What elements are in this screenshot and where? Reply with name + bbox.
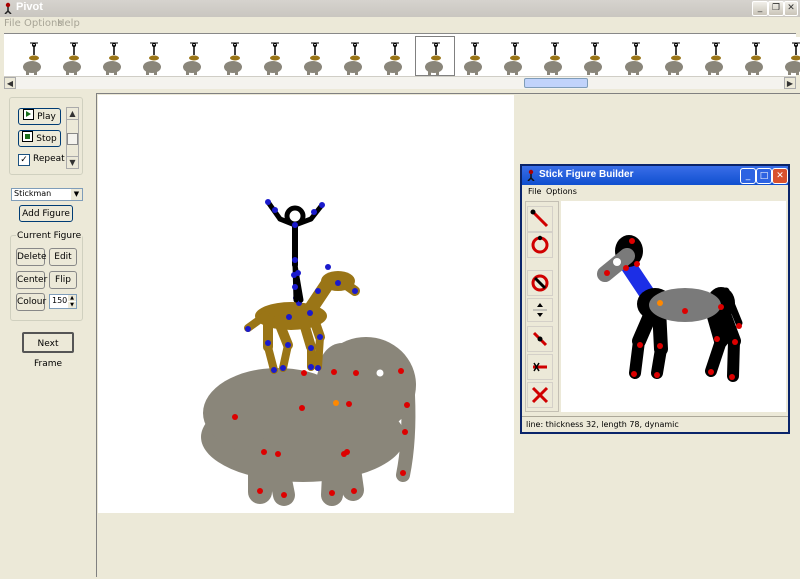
delete-icon[interactable] bbox=[527, 382, 553, 408]
repeat-label: Repeat bbox=[33, 154, 65, 164]
scene-drawing bbox=[201, 199, 416, 506]
speed-slider-thumb[interactable] bbox=[67, 133, 78, 145]
frame-thumbnail[interactable] bbox=[775, 37, 800, 75]
frame-thumbnail[interactable] bbox=[94, 37, 133, 75]
frame-thumbnail[interactable] bbox=[294, 37, 333, 75]
minimize-button[interactable]: _ bbox=[752, 1, 768, 16]
title-bar: Pivot _ ❐ ✕ bbox=[0, 0, 800, 17]
menu-file[interactable]: File bbox=[4, 18, 21, 29]
builder-title: Stick Figure Builder bbox=[539, 169, 634, 180]
restore-button[interactable]: ❐ bbox=[768, 1, 784, 16]
figure-select-value: Stickman bbox=[14, 189, 52, 198]
builder-minimize-button[interactable]: _ bbox=[740, 168, 756, 184]
builder-app-icon bbox=[527, 169, 535, 181]
speed-slider[interactable]: ▲ ▼ bbox=[66, 107, 79, 169]
window-title: Pivot bbox=[16, 1, 43, 13]
elephant-eye bbox=[376, 369, 384, 377]
builder-menu-options[interactable]: Options bbox=[546, 187, 577, 196]
frame-thumbnail[interactable] bbox=[455, 37, 494, 75]
speed-down-button[interactable]: ▼ bbox=[66, 156, 79, 169]
line-tool-icon[interactable] bbox=[527, 206, 553, 232]
builder-maximize-button[interactable]: □ bbox=[756, 168, 772, 184]
builder-close-button[interactable]: ✕ bbox=[772, 168, 788, 184]
stick-figure-builder-window[interactable]: Stick Figure Builder _ □ ✕ File Options bbox=[520, 164, 790, 434]
frame-thumbnail[interactable] bbox=[134, 37, 173, 75]
builder-canvas[interactable] bbox=[561, 201, 786, 412]
colour-button[interactable]: Colour bbox=[16, 293, 46, 311]
builder-horse-drawing bbox=[597, 235, 743, 382]
colour-spinner[interactable]: 150 ▲ ▼ bbox=[49, 294, 77, 309]
no-circle-tool-icon[interactable] bbox=[527, 270, 553, 296]
chevron-down-icon[interactable]: ▼ bbox=[71, 189, 82, 200]
close-button[interactable]: ✕ bbox=[784, 1, 798, 16]
frame-thumbnail[interactable] bbox=[174, 37, 213, 75]
builder-menu-file[interactable]: File bbox=[528, 187, 541, 196]
menu-bar: File Options Help bbox=[0, 17, 800, 31]
frame-scrollbar[interactable]: ◀ ▶ bbox=[4, 76, 796, 89]
elephant-center-joint bbox=[333, 400, 339, 406]
frame-thumbnail[interactable] bbox=[535, 37, 574, 75]
frame-thumbnail[interactable] bbox=[14, 37, 52, 75]
frame-thumbnail[interactable] bbox=[415, 36, 455, 76]
frame-thumbnail[interactable] bbox=[695, 37, 734, 75]
joint-tool-icon[interactable] bbox=[527, 326, 553, 352]
play-icon bbox=[23, 109, 35, 120]
center-button[interactable]: Center bbox=[16, 271, 47, 289]
figure-select[interactable]: Stickman ▼ bbox=[11, 188, 83, 201]
frame-thumbnail[interactable] bbox=[334, 37, 373, 75]
spin-down-icon[interactable]: ▼ bbox=[68, 302, 76, 308]
scroll-thumb[interactable] bbox=[524, 78, 588, 88]
builder-status-bar: line: thickness 32, length 78, dynamic bbox=[522, 416, 788, 432]
delete-button[interactable]: Delete bbox=[16, 248, 47, 266]
move-up-down-icon[interactable] bbox=[527, 298, 553, 322]
colour-value: 150 bbox=[52, 296, 68, 305]
menu-help[interactable]: Help bbox=[57, 18, 80, 29]
app-icon bbox=[4, 2, 12, 14]
next-frame-button[interactable]: Next Frame bbox=[22, 332, 74, 369]
frame-thumbnail[interactable] bbox=[655, 37, 694, 75]
stop-icon bbox=[22, 131, 34, 142]
builder-title-bar[interactable]: Stick Figure Builder _ □ ✕ bbox=[522, 166, 788, 185]
frame-thumbnail[interactable] bbox=[575, 37, 614, 75]
scroll-left-button[interactable]: ◀ bbox=[4, 77, 16, 89]
current-figure-label: Current Figure bbox=[16, 231, 83, 241]
repeat-checkbox[interactable]: ✓ bbox=[18, 154, 30, 166]
scroll-right-button[interactable]: ▶ bbox=[784, 77, 796, 89]
frame-thumbnail[interactable] bbox=[214, 37, 253, 75]
cut-tool-icon[interactable] bbox=[527, 354, 553, 380]
stop-button[interactable]: Stop bbox=[18, 130, 61, 147]
animation-canvas[interactable] bbox=[98, 95, 514, 513]
circle-tool-icon[interactable] bbox=[527, 232, 553, 258]
spin-up-icon[interactable]: ▲ bbox=[68, 295, 76, 301]
frame-thumbnail[interactable] bbox=[495, 37, 534, 75]
frame-strip bbox=[4, 33, 800, 79]
add-figure-button[interactable]: Add Figure bbox=[19, 205, 73, 222]
frame-thumbnail[interactable] bbox=[54, 37, 93, 75]
speed-up-button[interactable]: ▲ bbox=[66, 107, 79, 120]
play-label: Play bbox=[37, 112, 56, 122]
frame-thumbnail[interactable] bbox=[735, 37, 774, 75]
frame-thumbnail[interactable] bbox=[254, 37, 293, 75]
frame-thumbnail[interactable] bbox=[374, 37, 413, 75]
play-button[interactable]: Play bbox=[18, 108, 61, 125]
flip-button[interactable]: Flip bbox=[49, 271, 77, 289]
stop-label: Stop bbox=[36, 134, 57, 144]
edit-button[interactable]: Edit bbox=[49, 248, 77, 266]
frame-thumbnail[interactable] bbox=[615, 37, 654, 75]
